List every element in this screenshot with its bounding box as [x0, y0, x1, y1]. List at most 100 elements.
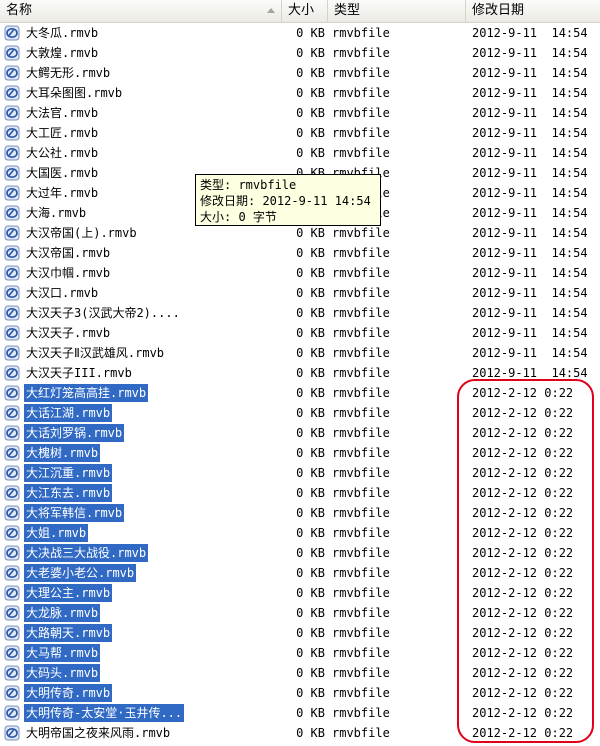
- file-type: rmvbfile: [332, 146, 390, 160]
- rmvb-file-icon: [4, 505, 20, 521]
- rmvb-file-icon: [4, 245, 20, 261]
- file-type: rmvbfile: [332, 606, 390, 620]
- file-size: 0 KB: [296, 446, 325, 460]
- file-size: 0 KB: [296, 26, 325, 40]
- file-row[interactable]: 大汉口.rmvb 0 KB rmvbfile 2012-9-11 14:54: [0, 283, 600, 303]
- file-size: 0 KB: [296, 546, 325, 560]
- file-type: rmvbfile: [332, 486, 390, 500]
- rmvb-file-icon: [4, 565, 20, 581]
- rmvb-file-icon: [4, 685, 20, 701]
- file-size: 0 KB: [296, 66, 325, 80]
- file-row[interactable]: 大汉天子.rmvb 0 KB rmvbfile 2012-9-11 14:54: [0, 323, 600, 343]
- file-size: 0 KB: [296, 366, 325, 380]
- column-header-size[interactable]: 大小: [282, 0, 328, 22]
- file-info-tooltip: 类型: rmvbfile 修改日期: 2012-9-11 14:54 大小: 0…: [195, 174, 381, 226]
- rmvb-file-icon: [4, 225, 20, 241]
- file-row[interactable]: 大汉巾帼.rmvb 0 KB rmvbfile 2012-9-11 14:54: [0, 263, 600, 283]
- file-name: 大汉巾帼.rmvb: [26, 266, 111, 280]
- file-size: 0 KB: [296, 406, 325, 420]
- rmvb-file-icon: [4, 605, 20, 621]
- file-name: 大理公主.rmvb: [24, 584, 113, 602]
- file-row[interactable]: 大耳朵图图.rmvb 0 KB rmvbfile 2012-9-11 14:54: [0, 83, 600, 103]
- file-size: 0 KB: [296, 646, 325, 660]
- file-size: 0 KB: [296, 306, 325, 320]
- column-date-label: 修改日期: [472, 3, 525, 18]
- file-size: 0 KB: [296, 606, 325, 620]
- file-row[interactable]: 大汉天子Ⅱ汉武雄风.rmvb 0 KB rmvbfile 2012-9-11 14:5…: [0, 343, 600, 363]
- file-name: 大海.rmvb: [26, 206, 87, 220]
- file-row[interactable]: 大工匠.rmvb 0 KB rmvbfile 2012-9-11 14:54: [0, 123, 600, 143]
- file-date: 2012-9-11 14:54: [472, 26, 588, 40]
- file-row[interactable]: 大公社.rmvb 0 KB rmvbfile 2012-9-11 14:54: [0, 143, 600, 163]
- file-type: rmvbfile: [332, 286, 390, 300]
- file-name: 大决战三大战役.rmvb: [24, 544, 149, 562]
- file-size: 0 KB: [296, 106, 325, 120]
- file-size: 0 KB: [296, 226, 325, 240]
- file-row[interactable]: 大敦煌.rmvb 0 KB rmvbfile 2012-9-11 14:54: [0, 43, 600, 63]
- column-header-date[interactable]: 修改日期: [466, 0, 600, 22]
- file-date: 2012-9-11 14:54: [472, 106, 588, 120]
- file-size: 0 KB: [296, 486, 325, 500]
- column-header-type[interactable]: 类型: [328, 0, 466, 22]
- rmvb-file-icon: [4, 85, 20, 101]
- rmvb-file-icon: [4, 345, 20, 361]
- file-size: 0 KB: [296, 626, 325, 640]
- rmvb-file-icon: [4, 645, 20, 661]
- file-name: 大明帝国之夜来风雨.rmvb: [26, 726, 171, 740]
- rmvb-file-icon: [4, 425, 20, 441]
- tooltip-type: 类型: rmvbfile: [200, 178, 297, 192]
- rmvb-file-icon: [4, 545, 20, 561]
- file-name: 大过年.rmvb: [26, 186, 99, 200]
- file-size: 0 KB: [296, 526, 325, 540]
- file-size: 0 KB: [296, 326, 325, 340]
- file-name: 大码头.rmvb: [24, 664, 101, 682]
- file-type: rmvbfile: [332, 546, 390, 560]
- file-name: 大江沉重.rmvb: [24, 464, 113, 482]
- file-size: 0 KB: [296, 466, 325, 480]
- file-row[interactable]: 大汉帝国(上).rmvb 0 KB rmvbfile 2012-9-11 14:54: [0, 223, 600, 243]
- file-size: 0 KB: [296, 126, 325, 140]
- file-type: rmvbfile: [332, 66, 390, 80]
- rmvb-file-icon: [4, 105, 20, 121]
- file-type: rmvbfile: [332, 26, 390, 40]
- file-date: 2012-9-11 14:54: [472, 226, 588, 240]
- file-type: rmvbfile: [332, 706, 390, 720]
- file-size: 0 KB: [296, 566, 325, 580]
- file-date: 2012-9-11 14:54: [472, 326, 588, 340]
- file-name: 大老婆小老公.rmvb: [24, 564, 137, 582]
- rmvb-file-icon: [4, 25, 20, 41]
- tooltip-size: 大小: 0 字节: [200, 210, 277, 224]
- column-header-name[interactable]: 名称: [0, 0, 282, 22]
- file-name: 大明传奇-太安堂·玉井传...: [24, 704, 185, 722]
- rmvb-file-icon: [4, 725, 20, 741]
- rmvb-file-icon: [4, 125, 20, 141]
- file-date: 2012-9-11 14:54: [472, 186, 588, 200]
- column-header-bar: 名称 大小 类型 修改日期: [0, 0, 600, 23]
- file-name: 大汉天子.rmvb: [26, 326, 111, 340]
- file-date: 2012-9-11 14:54: [472, 266, 588, 280]
- file-type: rmvbfile: [332, 406, 390, 420]
- file-size: 0 KB: [296, 426, 325, 440]
- sort-ascending-icon: [267, 8, 275, 13]
- rmvb-file-icon: [4, 205, 20, 221]
- file-size: 0 KB: [296, 246, 325, 260]
- rmvb-file-icon: [4, 705, 20, 721]
- file-date: 2012-9-11 14:54: [472, 126, 588, 140]
- file-name: 大明传奇.rmvb: [24, 684, 113, 702]
- file-date: 2012-9-11 14:54: [472, 46, 588, 60]
- column-name-label: 名称: [6, 3, 33, 18]
- file-date: 2012-9-11 14:54: [472, 86, 588, 100]
- file-type: rmvbfile: [332, 106, 390, 120]
- file-name: 大冬瓜.rmvb: [26, 26, 99, 40]
- file-row[interactable]: 大鳄无形.rmvb 0 KB rmvbfile 2012-9-11 14:54: [0, 63, 600, 83]
- file-type: rmvbfile: [332, 346, 390, 360]
- file-size: 0 KB: [296, 686, 325, 700]
- file-type: rmvbfile: [332, 446, 390, 460]
- rmvb-file-icon: [4, 525, 20, 541]
- file-row[interactable]: 大法官.rmvb 0 KB rmvbfile 2012-9-11 14:54: [0, 103, 600, 123]
- file-row[interactable]: 大冬瓜.rmvb 0 KB rmvbfile 2012-9-11 14:54: [0, 23, 600, 43]
- rmvb-file-icon: [4, 325, 20, 341]
- file-name: 大公社.rmvb: [26, 146, 99, 160]
- file-row[interactable]: 大汉帝国.rmvb 0 KB rmvbfile 2012-9-11 14:54: [0, 243, 600, 263]
- file-row[interactable]: 大汉天子3(汉武大帝2).... 0 KB rmvbfile 2012-9-11 14…: [0, 303, 600, 323]
